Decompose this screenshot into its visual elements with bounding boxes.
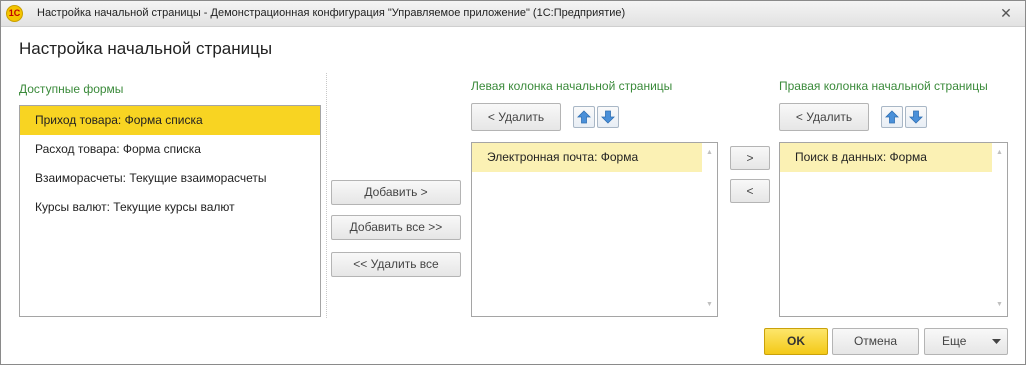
- right-move-up-button[interactable]: [881, 106, 903, 128]
- cancel-button[interactable]: Отмена: [832, 328, 919, 355]
- right-column-list[interactable]: Поиск в данных: Форма ▲ ▼: [779, 142, 1008, 317]
- move-right-button[interactable]: >: [730, 146, 770, 170]
- list-item[interactable]: Расход товара: Форма списка: [20, 135, 320, 164]
- arrow-down-icon: [601, 110, 615, 124]
- remove-all-button[interactable]: << Удалить все: [331, 252, 461, 277]
- app-logo-icon: 1С: [6, 5, 23, 22]
- left-remove-button[interactable]: < Удалить: [471, 103, 561, 131]
- add-button[interactable]: Добавить >: [331, 180, 461, 205]
- right-remove-button[interactable]: < Удалить: [779, 103, 869, 131]
- scroll-up-icon[interactable]: ▲: [706, 149, 713, 156]
- scroll-down-icon[interactable]: ▼: [706, 301, 713, 308]
- list-item[interactable]: Электронная почта: Форма: [472, 143, 702, 172]
- title-bar: 1С Настройка начальной страницы - Демонс…: [1, 1, 1025, 27]
- left-column-list[interactable]: Электронная почта: Форма ▲ ▼: [471, 142, 718, 317]
- right-move-down-button[interactable]: [905, 106, 927, 128]
- more-button[interactable]: Еще: [924, 328, 1008, 355]
- page-title: Настройка начальной страницы: [19, 39, 273, 58]
- more-button-label: Еще: [942, 334, 967, 348]
- list-item[interactable]: Курсы валют: Текущие курсы валют: [20, 193, 320, 222]
- left-column-label: Левая колонка начальной страницы: [471, 79, 673, 93]
- available-forms-label: Доступные формы: [19, 82, 124, 96]
- add-all-button[interactable]: Добавить все >>: [331, 215, 461, 240]
- arrow-down-icon: [909, 110, 923, 124]
- scroll-up-icon[interactable]: ▲: [996, 149, 1003, 156]
- right-column-label: Правая колонка начальной страницы: [779, 79, 988, 93]
- arrow-up-icon: [885, 110, 899, 124]
- left-move-up-button[interactable]: [573, 106, 595, 128]
- arrow-up-icon: [577, 110, 591, 124]
- close-icon[interactable]: ✕: [997, 4, 1015, 22]
- list-item[interactable]: Приход товара: Форма списка: [20, 106, 320, 135]
- left-move-down-button[interactable]: [597, 106, 619, 128]
- dropdown-arrow-icon: [992, 339, 1001, 344]
- window-title: Настройка начальной страницы - Демонстра…: [37, 7, 626, 19]
- list-item[interactable]: Поиск в данных: Форма: [780, 143, 992, 172]
- move-left-button[interactable]: <: [730, 179, 770, 203]
- scroll-down-icon[interactable]: ▼: [996, 301, 1003, 308]
- list-item[interactable]: Взаиморасчеты: Текущие взаиморасчеты: [20, 164, 320, 193]
- available-forms-list[interactable]: Приход товара: Форма списка Расход товар…: [19, 105, 321, 317]
- divider: [326, 73, 327, 318]
- ok-button[interactable]: OK: [764, 328, 828, 355]
- dialog-window: 1С Настройка начальной страницы - Демонс…: [0, 0, 1026, 365]
